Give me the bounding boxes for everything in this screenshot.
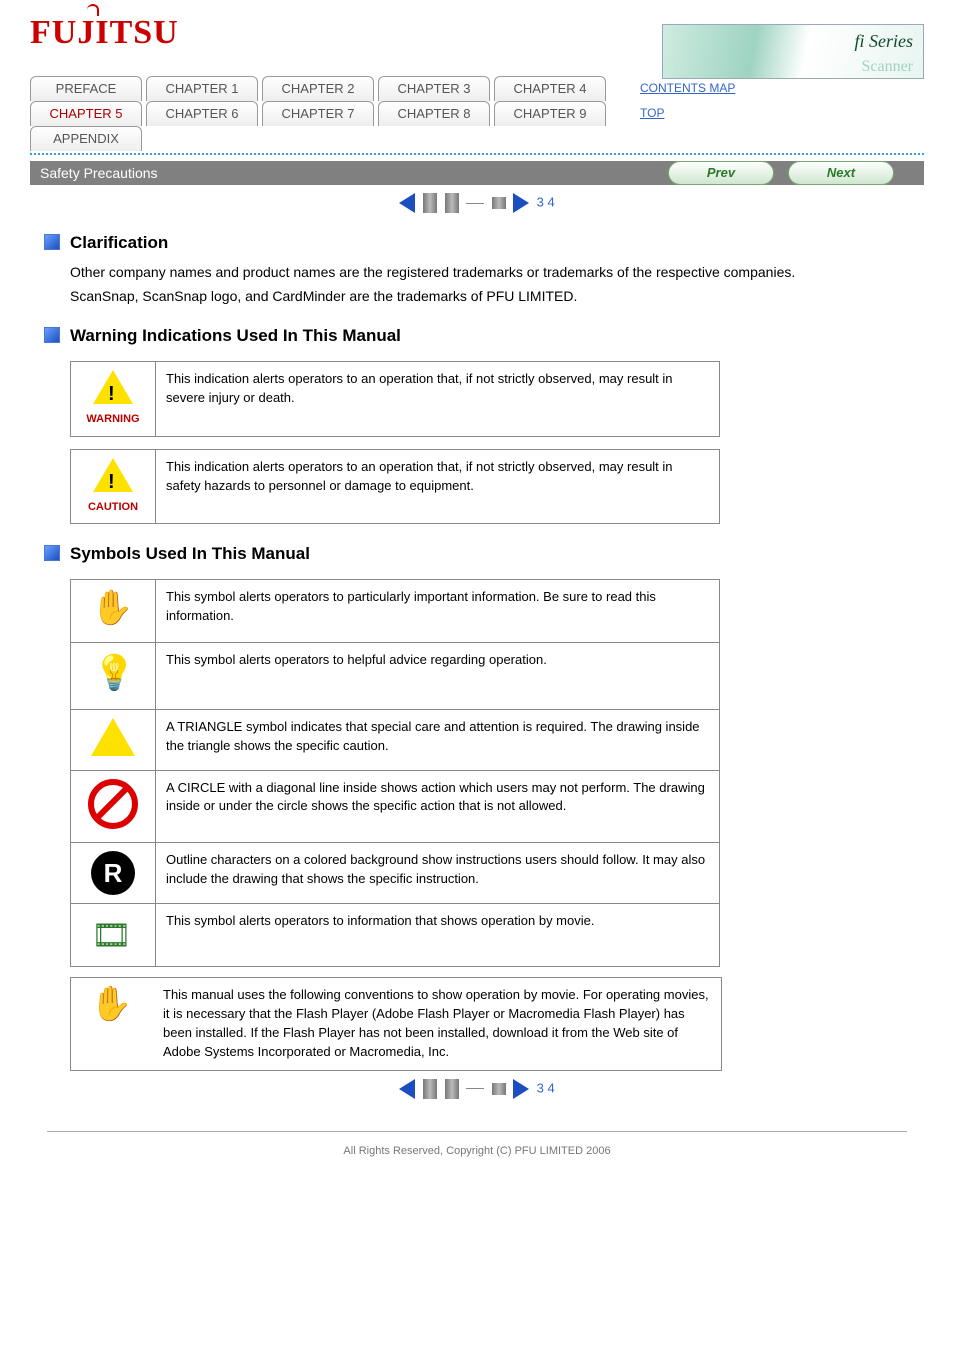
pager-next-icon[interactable] xyxy=(513,1079,529,1099)
attention-hand-icon xyxy=(90,984,134,1024)
attention-hand-icon xyxy=(91,588,135,628)
pager-pos-icon xyxy=(445,1079,459,1099)
instruction-r-icon: R xyxy=(91,851,135,895)
clarification-p2: ScanSnap, ScanSnap logo, and CardMinder … xyxy=(70,286,910,306)
bullet-icon xyxy=(44,327,60,343)
attention-note: This manual uses the following conventio… xyxy=(70,977,722,1070)
warning-label: WARNING xyxy=(81,412,145,428)
hint-bulb-icon xyxy=(91,651,135,695)
movie-film-icon xyxy=(91,912,135,952)
pager-top: 3 4 xyxy=(0,193,954,213)
sym-row-2: A TRIANGLE symbol indicates that special… xyxy=(156,709,720,770)
fujitsu-logo: FUJITSU xyxy=(30,14,179,51)
tab-preface[interactable]: PREFACE xyxy=(30,76,142,101)
pager-pos-icon xyxy=(492,197,506,209)
dotted-divider xyxy=(30,153,924,155)
pager-pos-icon xyxy=(445,193,459,213)
prohibited-icon xyxy=(88,779,138,829)
sym-row-5: This symbol alerts operators to informat… xyxy=(156,904,720,967)
tab-chapter-5[interactable]: CHAPTER 5 xyxy=(30,101,142,126)
tab-chapter-2[interactable]: CHAPTER 2 xyxy=(262,76,374,101)
bullet-icon xyxy=(44,234,60,250)
copyright: All Rights Reserved, Copyright (C) PFU L… xyxy=(343,1145,610,1157)
tab-chapter-4[interactable]: CHAPTER 4 xyxy=(494,76,606,101)
caution-label: CAUTION xyxy=(81,500,145,516)
pager-prev-icon[interactable] xyxy=(399,193,415,213)
next-button[interactable]: Next xyxy=(788,161,894,185)
caution-triangle-icon xyxy=(91,718,135,756)
symbols-table: This symbol alerts operators to particul… xyxy=(70,579,720,967)
fi-series-text: fi Series xyxy=(855,31,914,52)
pager-dash-icon xyxy=(466,1088,484,1089)
caution-box: CAUTION This indication alerts operators… xyxy=(70,449,720,525)
link-top[interactable]: TOP xyxy=(640,106,664,120)
tab-chapter-8[interactable]: CHAPTER 8 xyxy=(378,101,490,126)
h-symbols-used: Symbols Used In This Manual xyxy=(70,544,310,563)
tab-chapter-7[interactable]: CHAPTER 7 xyxy=(262,101,374,126)
fi-series-banner: fi Series Scanner xyxy=(662,24,924,79)
pager-pos-icon xyxy=(423,193,437,213)
attention-text: This manual uses the following conventio… xyxy=(153,978,721,1069)
h-clarification: Clarification xyxy=(70,233,168,252)
pager-numbers[interactable]: 3 4 xyxy=(537,1080,555,1095)
tab-chapter-1[interactable]: CHAPTER 1 xyxy=(146,76,258,101)
pager-next-icon[interactable] xyxy=(513,193,529,213)
warning-box: WARNING This indication alerts operators… xyxy=(70,361,720,437)
footer-divider xyxy=(47,1131,907,1132)
caution-triangle-icon xyxy=(93,458,133,492)
h-warning-indications: Warning Indications Used In This Manual xyxy=(70,326,401,345)
scanner-text: Scanner xyxy=(861,58,913,76)
tab-chapter-3[interactable]: CHAPTER 3 xyxy=(378,76,490,101)
section-title: Safety Precautions xyxy=(30,165,158,181)
warning-text: This indication alerts operators to an o… xyxy=(156,361,720,436)
warning-triangle-icon xyxy=(93,370,133,404)
caution-text: This indication alerts operators to an o… xyxy=(156,449,720,524)
sym-row-4: Outline characters on a colored backgrou… xyxy=(156,843,720,904)
sym-row-3: A CIRCLE with a diagonal line inside sho… xyxy=(156,770,720,843)
link-contents-map[interactable]: CONTENTS MAP xyxy=(640,81,735,95)
pager-dash-icon xyxy=(466,203,484,204)
pager-pos-icon xyxy=(423,1079,437,1099)
clarification-p1: Other company names and product names ar… xyxy=(70,262,910,282)
pager-numbers[interactable]: 3 4 xyxy=(537,194,555,209)
pager-prev-icon[interactable] xyxy=(399,1079,415,1099)
prev-button[interactable]: Prev xyxy=(668,161,774,185)
pager-bottom: 3 4 xyxy=(0,1079,954,1099)
pager-pos-icon xyxy=(492,1083,506,1095)
sym-row-1: This symbol alerts operators to helpful … xyxy=(156,642,720,709)
sym-row-0: This symbol alerts operators to particul… xyxy=(156,580,720,643)
tab-chapter-6[interactable]: CHAPTER 6 xyxy=(146,101,258,126)
bullet-icon xyxy=(44,545,60,561)
tab-appendix[interactable]: APPENDIX xyxy=(30,126,142,151)
tab-chapter-9[interactable]: CHAPTER 9 xyxy=(494,101,606,126)
